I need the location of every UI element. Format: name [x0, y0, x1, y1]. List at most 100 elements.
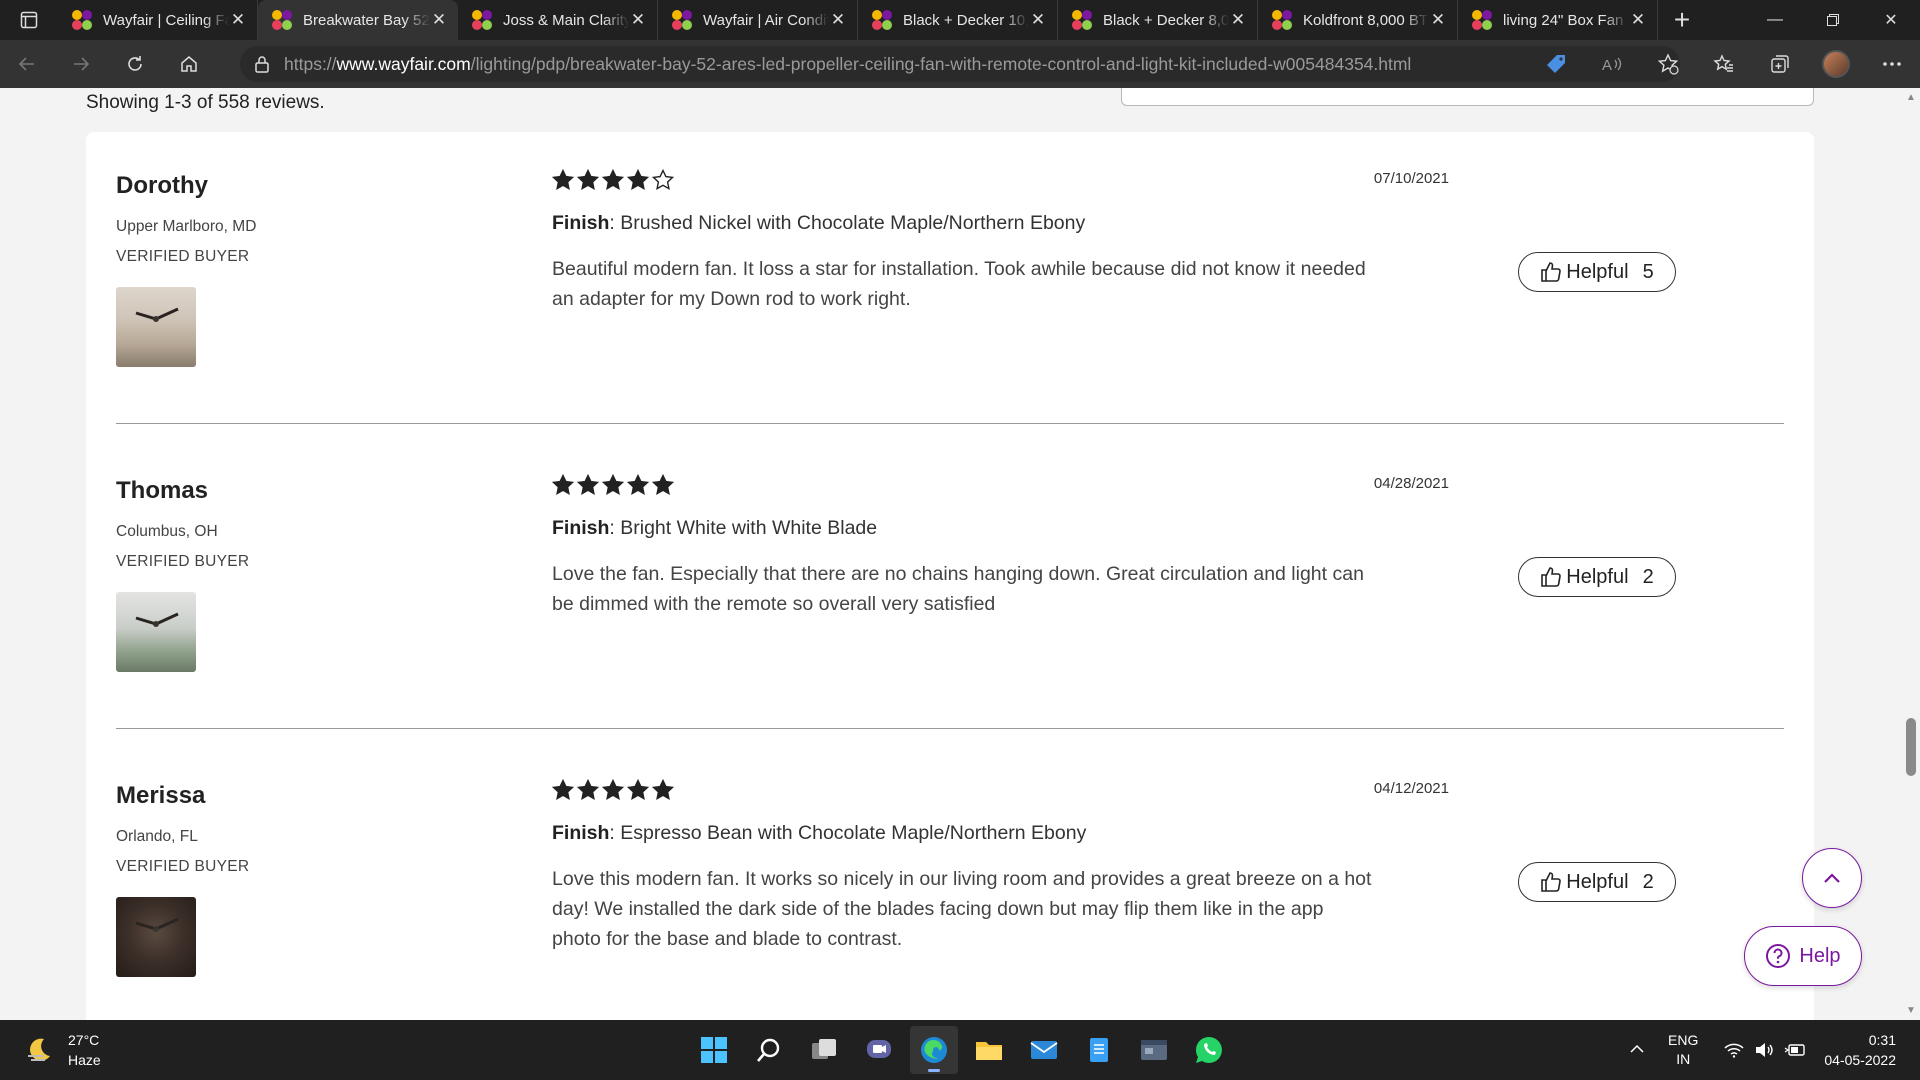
- browser-tab[interactable]: Breakwater Bay 52" Ares✕: [258, 0, 458, 40]
- close-tab-icon[interactable]: ✕: [1429, 10, 1447, 30]
- refresh-button[interactable]: [108, 40, 162, 88]
- tag-icon: [1547, 55, 1565, 73]
- verified-buyer-badge: VERIFIED BUYER: [116, 248, 250, 265]
- review-item: Dorothy Upper Marlboro, MD VERIFIED BUYER 0…: [86, 132, 1814, 437]
- quick-settings-button[interactable]: [1724, 1042, 1806, 1058]
- review-date: 04/28/2021: [1373, 475, 1449, 492]
- close-tab-icon[interactable]: ✕: [430, 10, 448, 30]
- forward-button[interactable]: [54, 40, 108, 88]
- browser-tab[interactable]: living 24" Box Fan ✕: [1458, 0, 1658, 40]
- star-filled-icon: [602, 474, 624, 495]
- review-photo-thumbnail[interactable]: [116, 287, 196, 367]
- review-photo-thumbnail[interactable]: [116, 592, 196, 672]
- home-icon: [181, 56, 197, 72]
- helpful-button[interactable]: Helpful 2: [1518, 557, 1676, 597]
- browser-tab[interactable]: Black + Decker 10,000✕: [858, 0, 1058, 40]
- url-text[interactable]: https://www.wayfair.com/lighting/pdp/bre…: [284, 54, 1411, 75]
- thumbs-up-icon: [1541, 872, 1562, 892]
- favorites-button[interactable]: [1696, 40, 1752, 88]
- scroll-up-arrow[interactable]: ▲: [1906, 92, 1916, 103]
- helpful-count: 2: [1642, 870, 1654, 893]
- file-explorer-button[interactable]: [965, 1026, 1013, 1074]
- scroll-down-arrow[interactable]: ▼: [1906, 1005, 1916, 1016]
- browser-tab[interactable]: Wayfair | Air Conditioners✕: [658, 0, 858, 40]
- task-view-button[interactable]: [800, 1026, 848, 1074]
- notepad-button[interactable]: [1075, 1026, 1123, 1074]
- review-item: Thomas Columbus, OH VERIFIED BUYER 04/28/20…: [86, 437, 1814, 742]
- coupon-tag-button[interactable]: [1528, 40, 1584, 88]
- browser-tab[interactable]: Joss & Main Clarity ✕: [458, 0, 658, 40]
- teams-chat-button[interactable]: [855, 1026, 903, 1074]
- question-circle-icon: [1766, 944, 1791, 968]
- more-dots-icon: [1883, 62, 1901, 66]
- home-button[interactable]: [162, 40, 216, 88]
- helpful-count: 2: [1642, 565, 1654, 588]
- settings-more-button[interactable]: [1864, 40, 1920, 88]
- finish-value: : Espresso Bean with Chocolate Maple/Nor…: [609, 822, 1087, 844]
- page-scrollbar[interactable]: ▲ ▼: [1902, 88, 1920, 1020]
- browser-tab[interactable]: Black + Decker 8,000✕: [1058, 0, 1258, 40]
- new-tab-button[interactable]: +: [1658, 0, 1706, 40]
- whatsapp-button[interactable]: [1185, 1026, 1233, 1074]
- review-text: Love the fan. Especially that there are …: [552, 563, 1364, 615]
- helpful-button[interactable]: Helpful 2: [1518, 862, 1676, 902]
- start-button[interactable]: [690, 1026, 738, 1074]
- wayfair-favicon-icon: [472, 10, 492, 30]
- scrollbar-thumb[interactable]: [1906, 718, 1916, 776]
- browser-tab[interactable]: Wayfair | Ceiling Fans✕: [58, 0, 258, 40]
- sort-dropdown[interactable]: [1121, 88, 1814, 106]
- profile-button[interactable]: [1808, 40, 1864, 88]
- tab-title: Joss & Main Clarity: [503, 11, 629, 29]
- finish-label: Finish: [552, 212, 610, 234]
- search-button[interactable]: [745, 1026, 793, 1074]
- close-window-button[interactable]: ✕: [1862, 0, 1920, 40]
- star-empty-icon: [652, 169, 674, 190]
- avatar: [1822, 50, 1850, 78]
- windows-taskbar: 27°C Haze ENG IN 0:31 04-05-2022: [0, 1020, 1920, 1080]
- minimize-button[interactable]: —: [1746, 0, 1804, 40]
- review-finish: Finish: Bright White with White Blade: [552, 517, 877, 540]
- review-finish: Finish: Espresso Bean with Chocolate Map…: [552, 822, 1086, 845]
- app-window-button[interactable]: [1130, 1026, 1178, 1074]
- back-button[interactable]: [0, 40, 54, 88]
- close-tab-icon[interactable]: ✕: [1629, 10, 1647, 30]
- tab-actions-button[interactable]: [0, 0, 58, 40]
- tab-title: Breakwater Bay 52" Ares: [303, 11, 430, 29]
- help-button[interactable]: Help: [1744, 926, 1862, 986]
- thumbs-up-icon: [1541, 262, 1562, 282]
- edge-taskbar-button[interactable]: [910, 1026, 958, 1074]
- wayfair-favicon-icon: [72, 10, 92, 30]
- restore-button[interactable]: [1804, 0, 1862, 40]
- star-filled-icon: [602, 169, 624, 190]
- close-tab-icon[interactable]: ✕: [629, 10, 647, 30]
- wayfair-favicon-icon: [872, 10, 892, 30]
- star-filled-icon: [652, 474, 674, 495]
- helpful-button[interactable]: Helpful 5: [1518, 252, 1676, 292]
- clock[interactable]: 0:31 04-05-2022: [1824, 1030, 1896, 1070]
- close-tab-icon[interactable]: ✕: [1229, 10, 1247, 30]
- star-rating: [552, 779, 674, 801]
- language-indicator[interactable]: ENG IN: [1668, 1031, 1698, 1069]
- review-finish: Finish: Brushed Nickel with Chocolate Ma…: [552, 212, 1085, 235]
- read-aloud-button[interactable]: A: [1584, 40, 1640, 88]
- browser-tab[interactable]: Koldfront 8,000 BTU ✕: [1258, 0, 1458, 40]
- lock-icon[interactable]: [254, 55, 270, 73]
- address-bar[interactable]: https://www.wayfair.com/lighting/pdp/bre…: [240, 46, 1680, 82]
- wayfair-favicon-icon: [1072, 10, 1092, 30]
- close-tab-icon[interactable]: ✕: [1029, 10, 1047, 30]
- add-favorite-button[interactable]: [1640, 40, 1696, 88]
- review-date: 04/12/2021: [1373, 780, 1449, 797]
- folder-icon: [976, 1042, 1002, 1060]
- wayfair-favicon-icon: [672, 10, 692, 30]
- close-tab-icon[interactable]: ✕: [229, 10, 247, 30]
- review-photo-thumbnail[interactable]: [116, 897, 196, 977]
- show-hidden-icons-button[interactable]: [1622, 1041, 1652, 1059]
- tab-title: Wayfair | Ceiling Fans: [103, 11, 229, 29]
- close-tab-icon[interactable]: ✕: [829, 10, 847, 30]
- mail-button[interactable]: [1020, 1026, 1068, 1074]
- wayfair-favicon-icon: [272, 10, 292, 30]
- weather-widget[interactable]: 27°C Haze: [24, 1030, 101, 1070]
- collections-button[interactable]: [1752, 40, 1808, 88]
- tab-title: Koldfront 8,000 BTU: [1303, 11, 1429, 29]
- scroll-to-top-button[interactable]: [1802, 848, 1862, 908]
